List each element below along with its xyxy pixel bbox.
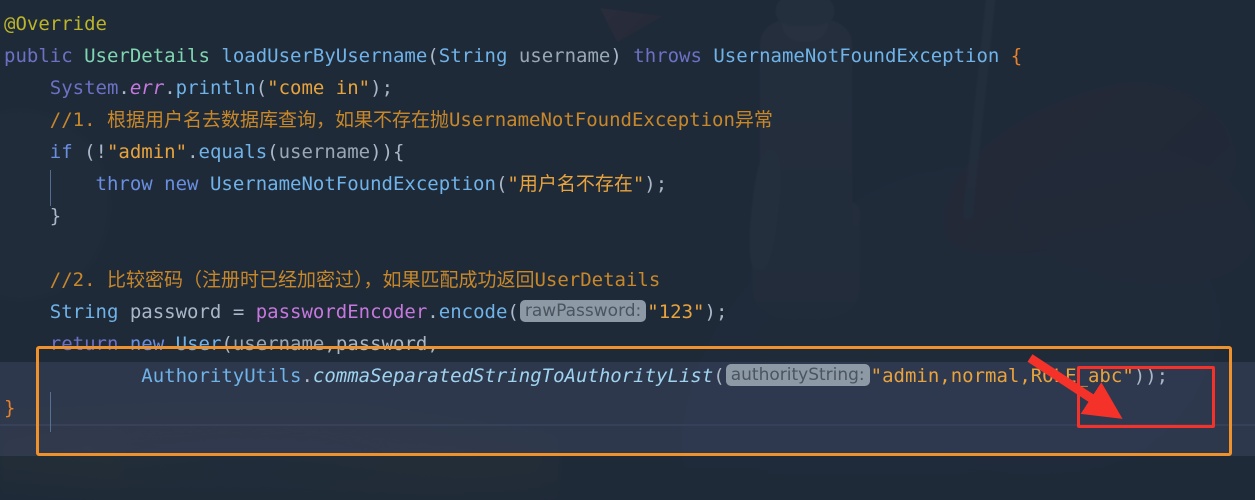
code-token: ,	[324, 333, 336, 355]
code-token: username	[278, 141, 371, 163]
code-token: UsernameNotFoundException	[713, 45, 1000, 67]
code-token: =	[221, 301, 256, 323]
code-token: commaSeparatedStringToAuthorityList	[312, 365, 714, 387]
code-token: .	[164, 77, 176, 99]
code-token: loadUserByUsername	[221, 45, 428, 67]
code-token: User	[175, 333, 222, 355]
code-token: "用户名不存在"	[507, 173, 645, 195]
code-token: password	[129, 301, 222, 323]
code-token: )){	[370, 141, 405, 163]
code-token: (	[495, 173, 508, 195]
code-token: UserDetails	[84, 45, 210, 67]
code-token: err	[129, 77, 165, 99]
code-token: .	[118, 77, 130, 99]
code-token: if	[49, 141, 73, 163]
code-token: (	[255, 77, 268, 99]
code-line-9[interactable]: //2. 比较密码（注册时已经加密过），如果匹配成功返回UserDetails	[0, 264, 1255, 296]
code-line-2[interactable]: public UserDetails loadUserByUsername(St…	[0, 40, 1255, 72]
code-token: "admin"	[106, 141, 188, 163]
inline-parameter-hint: authorityString:	[725, 364, 870, 386]
code-line-1[interactable]: @Override	[0, 8, 1255, 40]
code-token: password	[335, 333, 428, 355]
code-token: }	[4, 397, 16, 419]
code-token: (	[221, 333, 233, 355]
code-token: username	[232, 333, 325, 355]
code-token: new	[129, 333, 165, 355]
code-token: .	[427, 301, 439, 323]
code-token: "come in"	[267, 77, 371, 99]
code-token: AuthorityUtils	[141, 365, 302, 387]
code-token: //1. 根据用户名去数据库查询，如果不存在抛UsernameNotFoundE…	[49, 109, 773, 131]
code-token: new	[164, 173, 199, 195]
code-token: {	[1010, 45, 1023, 67]
code-token: String	[49, 301, 119, 323]
code-token: @Override	[4, 13, 107, 35]
code-token: equals	[198, 141, 268, 163]
code-editor[interactable]: @Override public UserDetails loadUserByUs…	[0, 0, 1255, 500]
code-token: ,	[427, 333, 439, 355]
code-token: System	[49, 77, 119, 99]
code-token: "123"	[647, 301, 705, 323]
code-line-10[interactable]: String password = passwordEncoder.encode…	[0, 296, 1255, 328]
code-token: //2. 比较密码（注册时已经加密过），如果匹配成功返回UserDetails	[49, 269, 661, 291]
code-line-13[interactable]: }	[0, 392, 1255, 424]
inline-parameter-hint: rawPassword:	[519, 300, 647, 322]
code-token: return	[49, 333, 119, 355]
code-token: }	[49, 205, 62, 227]
code-token: String	[438, 45, 508, 67]
code-line-7[interactable]: }	[0, 200, 1255, 232]
code-token: throws	[633, 45, 702, 67]
code-line-5[interactable]: if (!"admin".equals(username)){	[0, 136, 1255, 168]
code-line-4[interactable]: //1. 根据用户名去数据库查询，如果不存在抛UsernameNotFoundE…	[0, 104, 1255, 136]
code-token: )	[610, 45, 622, 67]
code-line-12[interactable]: AuthorityUtils.commaSeparatedStringToAut…	[0, 360, 1255, 392]
code-text-area[interactable]: @Override public UserDetails loadUserByUs…	[0, 0, 1255, 500]
code-line-3[interactable]: System.err.println("come in");	[0, 72, 1255, 104]
code-token: "admin,normal,ROLE_abc"	[870, 365, 1134, 387]
code-token: (	[713, 365, 725, 387]
code-line-8[interactable]	[0, 232, 1255, 264]
code-token: username	[518, 45, 611, 67]
code-token: (	[427, 45, 439, 67]
code-token: UsernameNotFoundException	[209, 173, 496, 195]
code-token: (	[507, 301, 519, 323]
code-token: encode	[438, 301, 508, 323]
code-line-6[interactable]: throw new UsernameNotFoundException("用户名…	[0, 168, 1255, 200]
code-token: .	[187, 141, 199, 163]
code-token: );	[644, 173, 668, 195]
code-token: (	[267, 141, 279, 163]
code-token: throw	[95, 173, 153, 195]
code-token: );	[370, 77, 394, 99]
code-line-11[interactable]: return new User(username,password,	[0, 328, 1255, 360]
code-token: (!	[72, 141, 107, 163]
code-token: .	[301, 365, 313, 387]
code-token: ));	[1133, 365, 1169, 387]
code-token: passwordEncoder	[255, 301, 428, 323]
code-token: public	[4, 45, 73, 67]
code-token: );	[704, 301, 728, 323]
code-token: println	[175, 77, 256, 99]
